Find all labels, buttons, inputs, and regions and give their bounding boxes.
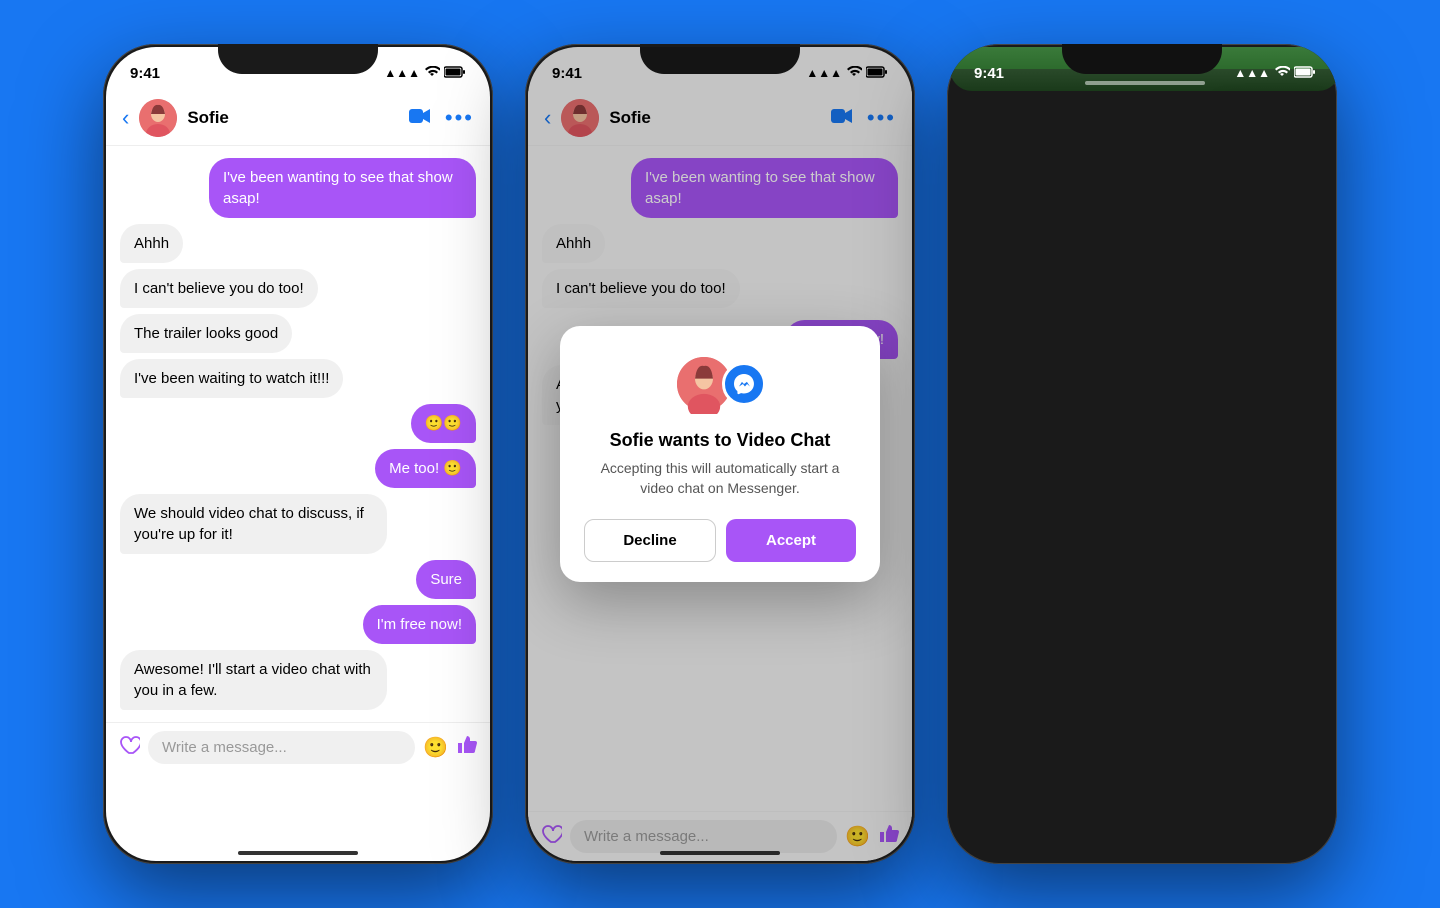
phone-2: 9:41 ▲▲▲ ‹ Sofie — [525, 44, 915, 864]
messenger-icon — [722, 362, 766, 406]
phone-1: 9:41 ▲▲▲ ‹ Sofie — [103, 44, 493, 864]
decline-button[interactable]: Decline — [584, 519, 716, 562]
heart-icon-1[interactable] — [118, 734, 140, 762]
modal-buttons: Decline Accept — [584, 519, 856, 562]
status-icons-1: ▲▲▲ — [384, 66, 466, 81]
emoji-icon-1[interactable]: 🙂 — [423, 735, 448, 760]
msg-recv-4: I've been waiting to watch it!!! — [120, 359, 343, 398]
modal-overlay: Sofie wants to Video Chat Accepting this… — [528, 47, 912, 861]
msg-sent-4: Sure — [416, 560, 476, 599]
video-call-icon-1[interactable] — [409, 108, 431, 129]
avatar-1 — [139, 99, 177, 137]
wifi-icon-1 — [424, 66, 440, 81]
battery-icon-1 — [444, 66, 466, 81]
header-actions-1: ••• — [409, 105, 474, 131]
video-chat-modal: Sofie wants to Video Chat Accepting this… — [560, 326, 880, 581]
modal-description: Accepting this will automatically start … — [584, 459, 856, 498]
phone-3: 9:41 ▲▲▲ — [947, 44, 1337, 864]
like-icon-1[interactable] — [456, 734, 478, 762]
back-button-1[interactable]: ‹ — [122, 105, 129, 131]
status-time-3: 9:41 — [974, 65, 1004, 82]
msg-recv-2: I can't believe you do too! — [120, 269, 318, 308]
accept-button[interactable]: Accept — [726, 519, 856, 562]
msg-sent-1: I've been wanting to see that show asap! — [209, 158, 476, 218]
msg-recv-1: Ahhh — [120, 224, 183, 263]
signal-icon-1: ▲▲▲ — [384, 66, 420, 80]
message-list-1: I've been wanting to see that show asap!… — [106, 146, 490, 722]
status-time-1: 9:41 — [130, 65, 160, 82]
status-icons-3: ▲▲▲ — [1234, 66, 1316, 81]
modal-avatars — [584, 354, 856, 414]
msg-recv-3: The trailer looks good — [120, 314, 292, 353]
chat-input-bar-1: Write a message... 🙂 — [106, 722, 490, 772]
home-indicator-1 — [238, 851, 358, 855]
chat-header-1: ‹ Sofie ••• — [106, 91, 490, 146]
message-input-1[interactable]: Write a message... — [148, 731, 415, 764]
msg-sent-5: I'm free now! — [363, 605, 476, 644]
signal-icon-3: ▲▲▲ — [1234, 66, 1270, 80]
msg-sent-3: Me too! 🙂 — [375, 449, 476, 488]
wifi-icon-3 — [1274, 66, 1290, 81]
more-icon-1[interactable]: ••• — [445, 105, 474, 131]
battery-icon-3 — [1294, 66, 1316, 81]
msg-sent-2: 🙂🙂 — [411, 404, 476, 443]
modal-title: Sofie wants to Video Chat — [584, 430, 856, 451]
contact-name-1: Sofie — [187, 108, 399, 128]
notch-1 — [218, 44, 378, 74]
msg-recv-5: We should video chat to discuss, if you'… — [120, 494, 387, 554]
msg-recv-6: Awesome! I'll start a video chat with yo… — [120, 650, 387, 710]
notch-3 — [1062, 44, 1222, 74]
